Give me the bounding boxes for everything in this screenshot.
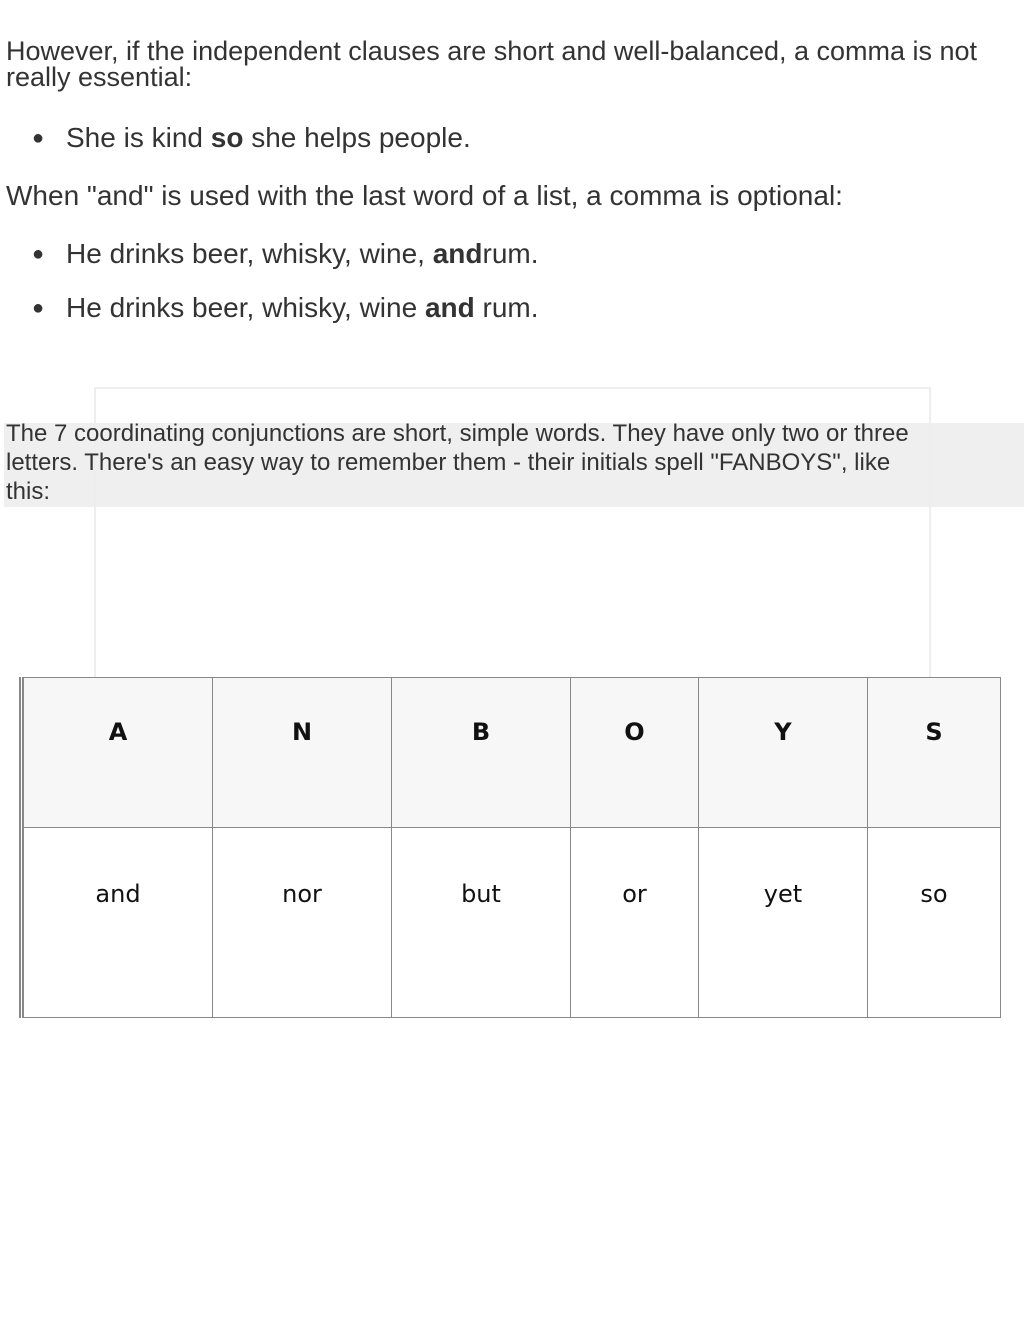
list-paragraph: When "and" is used with the last word of… (6, 180, 843, 211)
list-item: ● She is kind so she helps people. (32, 122, 471, 154)
table-cell: but (391, 827, 571, 1018)
table-cell: yet (698, 827, 868, 1018)
bold-text: and (432, 238, 483, 269)
fanboys-table: A N B O Y S and nor but or yet so (19, 677, 1001, 1018)
table-cell: or (570, 827, 699, 1018)
text: rum. (474, 292, 539, 323)
intro-paragraph: However, if the independent clauses are … (6, 36, 978, 92)
bold-text: so (210, 122, 244, 153)
fanboys-paragraph: The 7 coordinating conjunctions are shor… (6, 420, 909, 505)
list-item: ● He drinks beer, whisky, wine and rum. (32, 292, 539, 324)
table-row: and nor but or yet so (21, 827, 1001, 1018)
text: rum. (482, 238, 539, 269)
bullet-icon: ● (32, 127, 45, 149)
text: He drinks beer, whisky, wine (66, 292, 425, 323)
list-item: ● He drinks beer, whisky, wine, andrum. (32, 238, 539, 270)
table-header: O (570, 677, 699, 828)
table-header: A (21, 677, 213, 828)
table-cell: nor (212, 827, 392, 1018)
table-header: N (212, 677, 392, 828)
text: she helps people. (243, 122, 471, 153)
bullet-icon: ● (32, 243, 45, 265)
table-header-row: A N B O Y S (21, 677, 1001, 828)
bullet-icon: ● (32, 297, 45, 319)
table-cell: so (867, 827, 1001, 1018)
text: He drinks beer, whisky, wine, (66, 238, 433, 269)
bold-text: and (424, 292, 475, 323)
table-header: S (867, 677, 1001, 828)
table-header: Y (698, 677, 868, 828)
table-cell: and (21, 827, 213, 1018)
text: She is kind (66, 122, 211, 153)
table-header: B (391, 677, 571, 828)
